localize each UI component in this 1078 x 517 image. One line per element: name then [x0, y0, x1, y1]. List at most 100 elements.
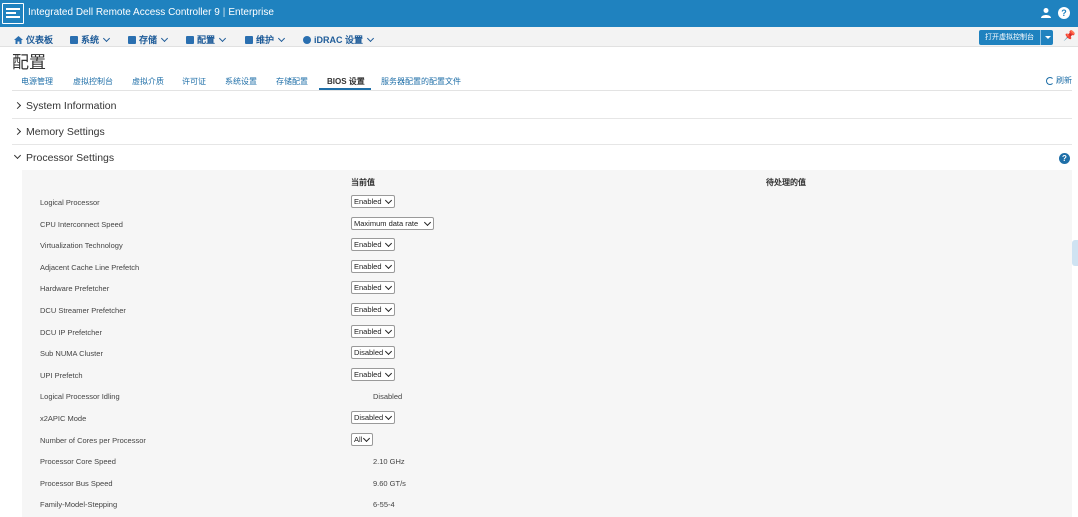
setting-row: Hardware Prefetcher Enabled	[22, 278, 1072, 299]
tab-power-management[interactable]: 电源管理	[21, 76, 53, 87]
setting-value: 2.10 GHz	[373, 457, 405, 467]
setting-label: Number of Cores per Processor	[40, 435, 146, 445]
setting-row: DCU IP Prefetcher Enabled	[22, 322, 1072, 343]
section-label: Processor Settings	[26, 152, 115, 164]
virtual-console-dropdown-button[interactable]	[1040, 30, 1053, 45]
chevron-down-icon	[277, 34, 286, 42]
setting-select[interactable]: Enabled	[351, 238, 395, 252]
setting-select[interactable]: Enabled	[351, 367, 395, 381]
tab-system-settings[interactable]: 系统设置	[225, 76, 257, 87]
setting-select-value: All	[354, 434, 363, 444]
section-processor-settings[interactable]: Processor Settings	[12, 145, 1072, 171]
setting-select-value: Enabled	[354, 369, 382, 379]
setting-label: Sub NUMA Cluster	[40, 349, 103, 359]
setting-row: Sub NUMA Cluster Disabled	[22, 343, 1072, 364]
setting-select-value: Maximum data rate	[354, 218, 419, 228]
chevron-right-icon	[13, 127, 22, 136]
setting-select[interactable]: Enabled	[351, 324, 395, 338]
active-tab-indicator	[319, 88, 371, 90]
nav-system[interactable]: 系统	[70, 33, 111, 46]
server-icon	[70, 35, 78, 44]
nav-storage[interactable]: 存储	[128, 33, 169, 46]
idrac-logo-icon	[2, 3, 24, 24]
chevron-down-icon	[384, 261, 393, 269]
tab-licenses[interactable]: 许可证	[182, 76, 206, 87]
tab-storage-configuration[interactable]: 存储配置	[276, 76, 308, 87]
app-title-text: Integrated Dell Remote Access Controller…	[28, 7, 220, 18]
setting-select[interactable]: All	[351, 432, 373, 446]
chevron-right-icon	[13, 101, 22, 110]
setting-select-value: Disabled	[354, 413, 384, 422]
nav-idrac-settings[interactable]: iDRAC 设置	[303, 33, 375, 46]
setting-select[interactable]: Maximum data rate	[351, 216, 434, 230]
setting-row: Processor Core Speed 2.10 GHz	[22, 451, 1072, 472]
setting-row: UPI Prefetch Enabled	[22, 365, 1072, 386]
tab-virtual-console[interactable]: 虚拟控制台	[73, 76, 113, 87]
setting-select-value: Enabled	[354, 305, 382, 314]
refresh-button[interactable]: 刷新	[1046, 75, 1072, 86]
setting-value: Disabled	[373, 392, 403, 402]
nav-dashboard-label: 仪表板	[26, 35, 54, 45]
side-panel-handle[interactable]	[1072, 240, 1078, 266]
refresh-label: 刷新	[1056, 76, 1072, 85]
virtual-console-label: 打开虚拟控制台	[985, 34, 1034, 41]
setting-label: UPI Prefetch	[40, 370, 83, 380]
user-icon[interactable]	[1040, 7, 1052, 19]
setting-row: Virtualization Technology Enabled	[22, 235, 1072, 256]
tab-server-configuration-profile[interactable]: 服务器配置的配置文件	[381, 76, 461, 87]
tab-bios-settings[interactable]: BIOS 设置	[327, 76, 365, 87]
chevron-down-icon	[423, 218, 432, 226]
chevron-down-icon	[384, 304, 393, 313]
setting-select-value: Enabled	[354, 240, 382, 250]
page-title: 配置	[12, 53, 46, 72]
configuration-icon	[186, 35, 194, 44]
help-circle-icon[interactable]: ?	[1059, 153, 1070, 164]
setting-select-value: Disabled	[354, 348, 384, 358]
tab-virtual-media[interactable]: 虚拟介质	[132, 76, 164, 87]
chevron-down-icon	[384, 369, 393, 377]
setting-label: DCU Streamer Prefetcher	[40, 306, 126, 315]
setting-row: Logical Processor Enabled	[22, 192, 1072, 213]
section-memory-settings[interactable]: Memory Settings	[12, 119, 1072, 145]
setting-select-value: Enabled	[354, 261, 382, 271]
setting-label: Virtualization Technology	[40, 241, 123, 251]
help-icon[interactable]: ?	[1058, 7, 1070, 19]
section-system-information[interactable]: System Information	[12, 93, 1072, 119]
setting-label: Family-Model-Stepping	[40, 500, 118, 510]
chevron-down-icon	[384, 412, 393, 421]
chevron-down-icon	[384, 240, 393, 248]
setting-select[interactable]: Enabled	[351, 303, 395, 316]
chevron-down-icon	[160, 34, 169, 42]
chevron-down-icon	[218, 34, 227, 42]
setting-label: Logical Processor Idling	[40, 392, 120, 402]
setting-select[interactable]: Enabled	[351, 281, 395, 295]
setting-label: x2APIC Mode	[40, 414, 87, 423]
nav-configuration[interactable]: 配置	[186, 33, 227, 46]
storage-icon	[128, 35, 136, 44]
chevron-down-icon	[366, 34, 375, 42]
setting-select[interactable]: Enabled	[351, 259, 395, 273]
chevron-down-icon	[362, 434, 371, 442]
settings-icon	[303, 35, 311, 44]
setting-row: Processor Bus Speed 9.60 GT/s	[22, 473, 1072, 494]
setting-label: Hardware Prefetcher	[40, 284, 110, 294]
nav-dashboard[interactable]: 仪表板	[14, 33, 53, 46]
setting-label: Adjacent Cache Line Prefetch	[40, 262, 140, 272]
setting-label: CPU Interconnect Speed	[40, 219, 123, 229]
nav-maintenance[interactable]: 维护	[245, 33, 286, 46]
setting-select[interactable]: Enabled	[351, 195, 395, 208]
chevron-down-icon	[384, 196, 393, 205]
section-label: System Information	[26, 100, 117, 112]
chevron-down-icon	[13, 151, 22, 160]
setting-select[interactable]: Disabled	[351, 411, 395, 424]
setting-select[interactable]: Disabled	[351, 346, 395, 360]
setting-row: Number of Cores per Processor All	[22, 430, 1072, 451]
setting-label: Logical Processor	[40, 198, 100, 207]
current-value-header: 当前值	[351, 178, 375, 187]
setting-select-value: Enabled	[354, 326, 382, 336]
maintenance-icon	[245, 35, 253, 44]
pin-icon[interactable]: 📌	[1063, 31, 1075, 42]
pending-value-header: 待处理的值	[766, 178, 806, 187]
nav-system-label: 系统	[81, 35, 100, 45]
setting-row: DCU Streamer Prefetcher Enabled	[22, 300, 1072, 321]
